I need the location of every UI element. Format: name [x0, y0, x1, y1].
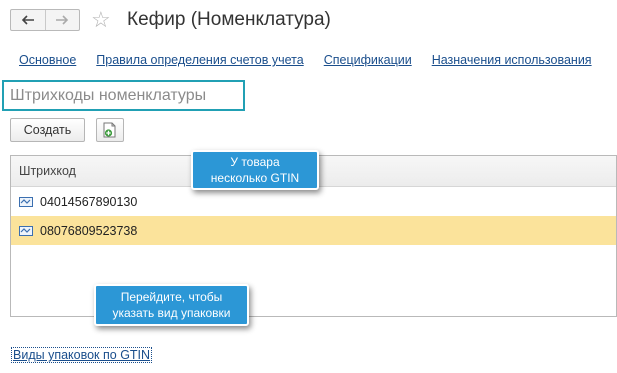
arrow-right-icon [56, 15, 69, 25]
barcode-icon [19, 225, 33, 236]
arrow-left-icon [21, 15, 34, 25]
back-button[interactable] [11, 10, 45, 30]
tab-specifications[interactable]: Спецификации [324, 53, 412, 67]
page-title: Кефир (Номенклатура) [127, 9, 331, 30]
tab-account-rules[interactable]: Правила определения счетов учета [96, 53, 303, 67]
package-callout: Перейдите, чтобы указать вид упаковки [94, 284, 249, 326]
gtin-packages-link[interactable]: Виды упаковок по GTIN [11, 347, 153, 363]
table-row-selected[interactable]: 08076809523738 [11, 216, 616, 245]
barcode-icon [19, 196, 33, 207]
barcode-value: 04014567890130 [40, 194, 138, 209]
forward-button[interactable] [44, 10, 80, 30]
tab-main[interactable]: Основное [19, 53, 76, 67]
barcode-value: 08076809523738 [40, 223, 138, 238]
create-button[interactable]: Создать [10, 118, 85, 142]
add-from-file-button[interactable] [96, 118, 124, 142]
favorite-star-icon[interactable]: ☆ [91, 6, 111, 34]
gtin-callout: У товара несколько GTIN [191, 150, 319, 190]
table-row[interactable]: 04014567890130 [11, 187, 616, 216]
history-nav [10, 9, 80, 31]
tab-usage-purposes[interactable]: Назначения использования [432, 53, 592, 67]
section-heading: Штрихкоды номенклатуры [2, 80, 245, 111]
form-tabs: Основное Правила определения счетов учет… [19, 53, 612, 67]
new-document-icon [103, 122, 116, 138]
